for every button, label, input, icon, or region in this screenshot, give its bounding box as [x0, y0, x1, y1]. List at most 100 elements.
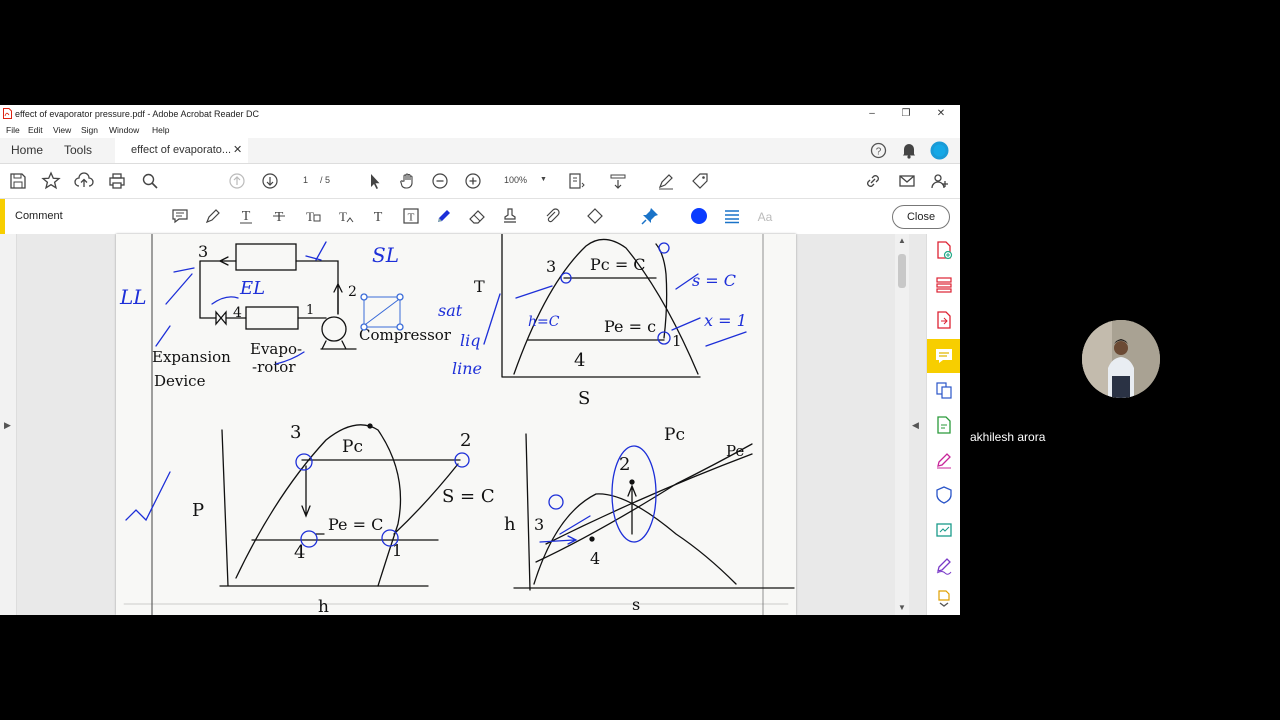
- underline-text-icon[interactable]: T: [236, 206, 256, 226]
- optimize-pdf-icon[interactable]: [934, 520, 954, 540]
- cycle-state-1: 1: [306, 303, 314, 318]
- select-cursor-icon[interactable]: [365, 171, 385, 191]
- line-width-icon[interactable]: [722, 206, 742, 226]
- title-bar: effect of evaporator pressure.pdf - Adob…: [0, 105, 960, 123]
- highlight-pen-icon[interactable]: [203, 206, 223, 226]
- attach-file-icon[interactable]: [542, 206, 562, 226]
- suction-line-label: SL: [372, 243, 399, 267]
- menu-file[interactable]: File: [6, 125, 20, 135]
- restore-button[interactable]: ❐: [896, 107, 916, 121]
- close-window-button[interactable]: ✕: [931, 107, 951, 121]
- ph-diagram: [219, 423, 461, 587]
- ts-line-label: line: [452, 359, 482, 378]
- zoom-level-select[interactable]: 100%: [504, 175, 527, 185]
- sign-pen-icon[interactable]: [656, 171, 676, 191]
- scroll-up-icon[interactable]: ▲: [898, 236, 906, 245]
- right-tools-pane: [926, 234, 960, 615]
- evaporator-label-1: Evapo-: [250, 340, 302, 358]
- protect-shield-icon[interactable]: [934, 485, 954, 505]
- upload-cloud-icon[interactable]: [74, 171, 94, 191]
- ts-liq-label: liq: [460, 331, 480, 350]
- compressor-label: Compressor: [359, 326, 452, 344]
- menu-view[interactable]: View: [53, 125, 71, 135]
- stamp-icon[interactable]: [500, 206, 520, 226]
- tab-document-label: effect of evaporato...: [131, 144, 232, 156]
- sticky-note-icon[interactable]: [170, 206, 190, 226]
- add-text-icon[interactable]: T: [368, 206, 388, 226]
- text-box-icon[interactable]: T: [401, 206, 421, 226]
- edit-tag-icon[interactable]: [690, 171, 710, 191]
- zoom-in-icon[interactable]: [463, 171, 483, 191]
- fit-page-icon[interactable]: [566, 171, 586, 191]
- menu-window[interactable]: Window: [109, 125, 139, 135]
- tab-home[interactable]: Home: [11, 143, 43, 157]
- ph-sc-label: S = C: [442, 486, 495, 507]
- hand-tool-icon[interactable]: [398, 171, 418, 191]
- hs-annotations: [539, 445, 657, 545]
- menu-bar: File Edit View Sign Window Help: [0, 123, 960, 138]
- pdf-file-icon: [3, 108, 12, 119]
- share-link-icon[interactable]: [863, 171, 883, 191]
- tab-document[interactable]: effect of evaporato... ✕: [115, 138, 248, 163]
- ts-sc-label: s = C: [692, 271, 736, 290]
- collapse-right-pane-icon[interactable]: ◀: [912, 420, 919, 431]
- handwritten-notes-sketch: 3 4 1 2 Expansion Device Evapo- -rotor C…: [119, 234, 795, 615]
- font-size-icon[interactable]: Aa: [755, 206, 775, 226]
- page-number-field[interactable]: 1: [303, 175, 308, 185]
- scroll-down-icon[interactable]: ▼: [898, 603, 906, 612]
- color-picker-icon[interactable]: [689, 206, 709, 226]
- ts-axis-S: S: [578, 388, 590, 409]
- bookmark-star-icon[interactable]: [41, 171, 61, 191]
- notification-bell-icon[interactable]: [901, 142, 917, 159]
- print-icon[interactable]: [107, 171, 127, 191]
- pdf-page: 3 4 1 2 Expansion Device Evapo- -rotor C…: [116, 234, 796, 615]
- help-icon[interactable]: ?: [870, 142, 887, 159]
- expansion-label: Expansion: [152, 348, 231, 366]
- menu-sign[interactable]: Sign: [81, 125, 98, 135]
- find-icon[interactable]: [140, 171, 160, 191]
- more-tools-icon[interactable]: [934, 588, 954, 608]
- add-person-icon[interactable]: [930, 171, 950, 191]
- previous-page-icon[interactable]: [227, 171, 247, 191]
- insert-text-icon[interactable]: T: [335, 206, 355, 226]
- minimize-button[interactable]: –: [862, 107, 882, 121]
- fill-sign-icon[interactable]: [934, 415, 954, 435]
- ph-pe-label: Pe = C: [328, 515, 383, 534]
- combine-files-icon[interactable]: [934, 380, 954, 400]
- export-pdf-icon[interactable]: [934, 310, 954, 330]
- pin-icon[interactable]: [640, 206, 660, 226]
- strikethrough-text-icon[interactable]: T: [269, 206, 289, 226]
- email-icon[interactable]: [897, 171, 917, 191]
- cycle-state-4: 4: [233, 305, 242, 321]
- vertical-scrollbar[interactable]: ▲ ▼: [895, 234, 909, 615]
- liquid-line-label: LL: [119, 285, 147, 309]
- scrollbar-thumb[interactable]: [898, 254, 906, 288]
- participant-avatar: [1082, 320, 1160, 398]
- scroll-mode-icon[interactable]: [608, 171, 628, 191]
- draw-pencil-icon[interactable]: [434, 206, 454, 226]
- create-pdf-icon[interactable]: [934, 240, 954, 260]
- replace-text-icon[interactable]: T: [302, 206, 322, 226]
- svg-text:T: T: [275, 210, 284, 225]
- request-signature-icon[interactable]: [934, 555, 954, 575]
- close-tab-icon[interactable]: ✕: [233, 143, 242, 156]
- ts-state-3: 3: [546, 257, 556, 276]
- menu-help[interactable]: Help: [152, 125, 169, 135]
- menu-edit[interactable]: Edit: [28, 125, 43, 135]
- hs-state-2: 2: [619, 454, 630, 475]
- edit-pdf-pen-icon[interactable]: [934, 450, 954, 470]
- tab-tools[interactable]: Tools: [64, 143, 92, 157]
- expand-left-pane-icon[interactable]: ▶: [4, 420, 11, 431]
- next-page-icon[interactable]: [260, 171, 280, 191]
- eraser-icon[interactable]: [467, 206, 487, 226]
- save-icon[interactable]: [8, 171, 28, 191]
- shapes-icon[interactable]: [585, 206, 605, 226]
- close-comment-button[interactable]: Close: [892, 205, 950, 229]
- zoom-dropdown-chevron-icon[interactable]: ▼: [540, 176, 547, 183]
- zoom-out-icon[interactable]: [430, 171, 450, 191]
- participant-name: akhilesh arora: [970, 430, 1046, 444]
- user-profile-icon[interactable]: [930, 141, 949, 160]
- ts-pe-label: Pe = c: [604, 317, 656, 336]
- comment-tool-icon[interactable]: [927, 339, 960, 373]
- organize-pages-icon[interactable]: [934, 275, 954, 295]
